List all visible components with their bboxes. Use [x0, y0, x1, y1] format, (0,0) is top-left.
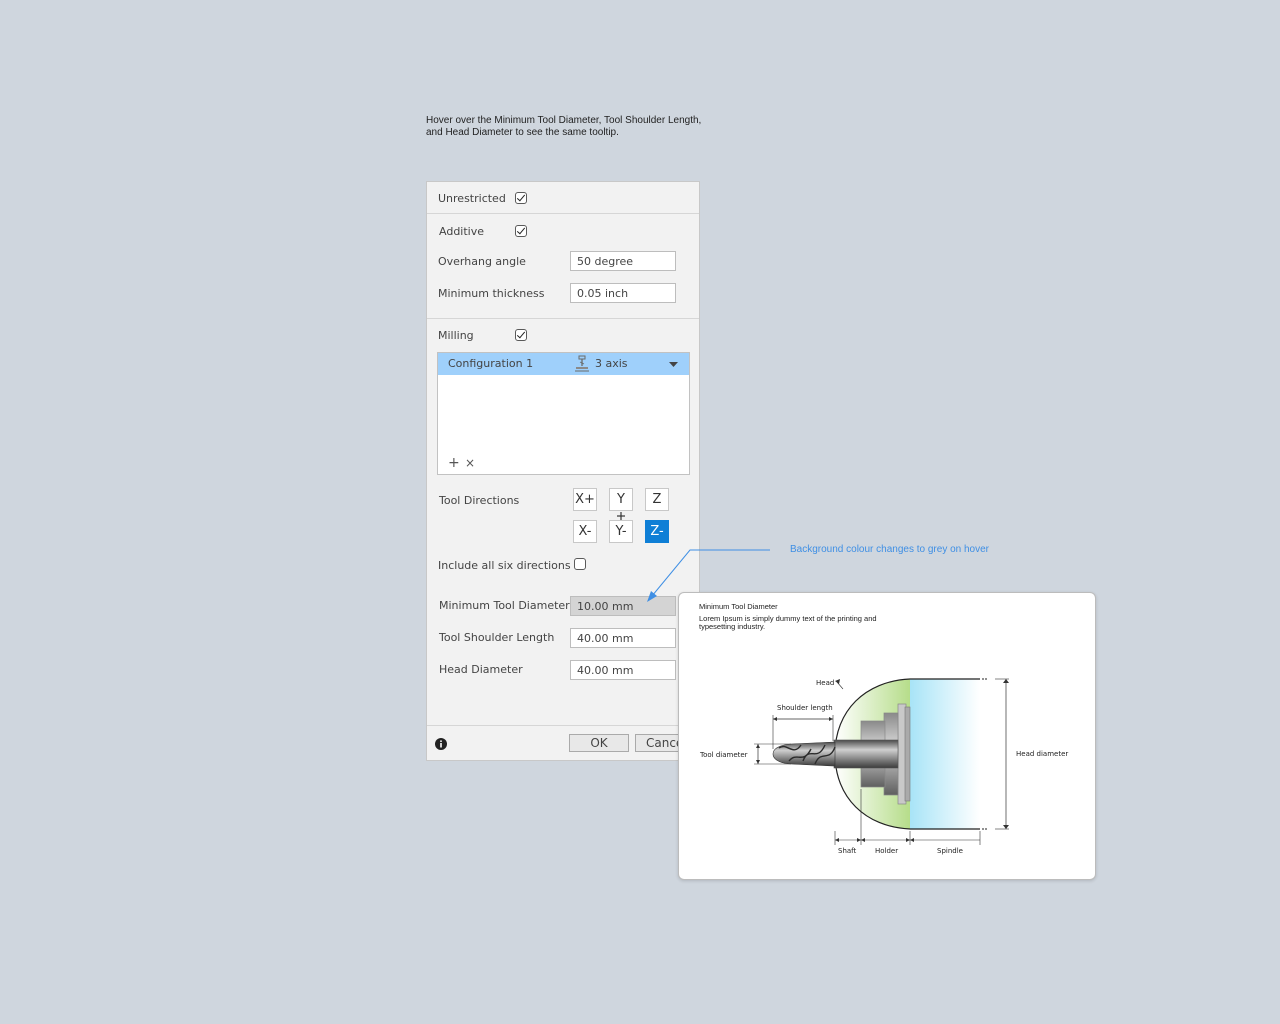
divider: [427, 213, 699, 214]
head-diameter-arrow-top: [1003, 679, 1009, 683]
shaft-arrow-left: [835, 838, 839, 842]
label-shoulder-length: Shoulder length: [777, 704, 833, 712]
direction-x-minus-button[interactable]: X-: [573, 520, 597, 543]
shaft-arrow-right: [857, 838, 861, 842]
move-cursor-icon: [617, 512, 625, 520]
shoulder-arrow-right: [829, 717, 833, 721]
head-diameter-input[interactable]: 40.00 mm: [570, 660, 676, 680]
tool-diagram: Head Shoulder length Tool diameter Head …: [699, 678, 1068, 855]
configuration-axis: 3 axis: [595, 357, 628, 370]
direction-y-button[interactable]: Y: [609, 488, 633, 511]
configuration-row[interactable]: Configuration 1 3 axis: [438, 353, 689, 375]
tool-diameter-arrow-top: [756, 744, 760, 748]
hover-annotation: Background colour changes to grey on hov…: [790, 544, 990, 555]
head-diameter-arrow-bottom: [1003, 825, 1009, 829]
shoulder-arrow-left: [773, 717, 777, 721]
label-head: Head: [816, 679, 834, 687]
spindle-shape: [910, 679, 980, 829]
holder-arrow-right: [906, 838, 910, 842]
spindle-arrow-left: [910, 838, 914, 842]
additive-checkbox[interactable]: [515, 225, 527, 237]
instruction-line-2: and Head Diameter to see the same toolti…: [426, 127, 619, 138]
tool-shaft: [833, 739, 899, 769]
label-shaft: Shaft: [838, 847, 857, 855]
tooltip: Minimum Tool Diameter Lorem Ipsum is sim…: [678, 592, 1096, 880]
configuration-name: Configuration 1: [448, 357, 534, 370]
label-head-diameter: Head diameter: [1016, 750, 1068, 758]
direction-z-minus-button[interactable]: Z-: [645, 520, 669, 543]
holder-arrow-left: [861, 838, 865, 842]
milling-checkbox[interactable]: [515, 329, 527, 341]
info-icon[interactable]: [435, 738, 447, 750]
holder-flange-rim: [904, 706, 911, 802]
tool-shoulder-length-label: Tool Shoulder Length: [439, 631, 555, 644]
min-tool-diameter-label: Minimum Tool Diameter: [439, 599, 570, 612]
include-six-checkbox[interactable]: [574, 558, 586, 570]
chevron-down-icon[interactable]: [669, 362, 678, 367]
include-six-label: Include all six directions: [438, 559, 571, 572]
head-leader-arrow: [835, 679, 840, 684]
tool-shoulder-length-input[interactable]: 40.00 mm: [570, 628, 676, 648]
add-configuration-button[interactable]: +: [448, 455, 460, 471]
mill-axis-icon: [575, 355, 589, 372]
tool-diameter-arrow-bottom: [756, 760, 760, 764]
instruction-note: Hover over the Minimum Tool Diameter, To…: [426, 115, 726, 139]
unrestricted-label: Unrestricted: [438, 192, 506, 205]
head-diameter-label: Head Diameter: [439, 663, 523, 676]
instruction-line-1: Hover over the Minimum Tool Diameter, To…: [426, 115, 702, 126]
divider: [427, 725, 699, 726]
milling-label: Milling: [438, 329, 474, 342]
minimum-thickness-label: Minimum thickness: [438, 287, 545, 300]
direction-z-button[interactable]: Z: [645, 488, 669, 511]
minimum-thickness-input[interactable]: 0.05 inch: [570, 283, 676, 303]
divider: [427, 318, 699, 319]
ok-button[interactable]: OK: [569, 734, 629, 752]
label-spindle: Spindle: [937, 847, 963, 855]
min-tool-diameter-input[interactable]: 10.00 mm: [570, 596, 676, 616]
overhang-angle-input[interactable]: 50 degree: [570, 251, 676, 271]
unrestricted-checkbox[interactable]: [515, 192, 527, 204]
tool-flutes: [772, 741, 836, 767]
additive-label: Additive: [439, 225, 484, 238]
label-tool-diameter: Tool diameter: [699, 751, 748, 759]
remove-configuration-button[interactable]: ×: [465, 456, 475, 470]
direction-x-plus-button[interactable]: X+: [573, 488, 597, 511]
settings-panel: Unrestricted Additive Overhang angle 50 …: [426, 181, 700, 761]
tool-directions-label: Tool Directions: [439, 494, 520, 507]
label-holder: Holder: [875, 847, 898, 855]
configuration-list: Configuration 1 3 axis + ×: [437, 352, 690, 475]
direction-y-minus-button[interactable]: Y-: [609, 520, 633, 543]
overhang-angle-label: Overhang angle: [438, 255, 526, 268]
